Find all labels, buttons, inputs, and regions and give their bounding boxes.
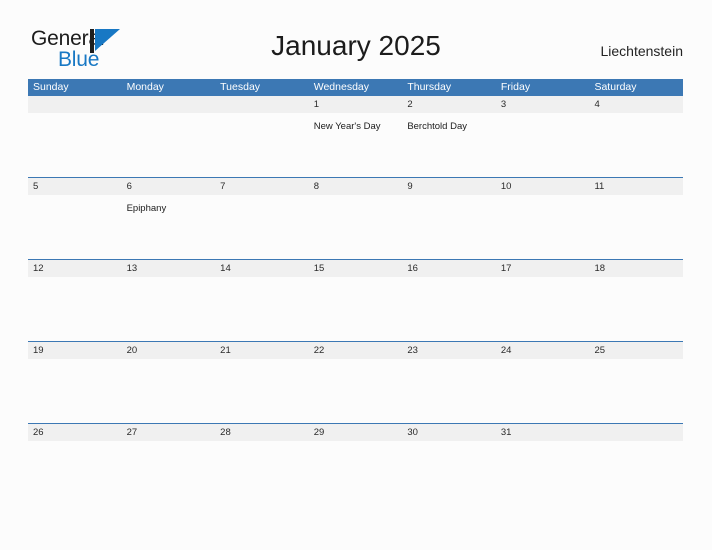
event-label: Epiphany xyxy=(126,203,167,214)
day-cell[interactable] xyxy=(496,359,590,423)
day-cell[interactable] xyxy=(496,113,590,177)
day-number[interactable]: 18 xyxy=(589,260,683,277)
calendar-grid: Sunday Monday Tuesday Wednesday Thursday… xyxy=(28,79,683,505)
day-number[interactable]: 14 xyxy=(215,260,309,277)
day-cell[interactable] xyxy=(28,359,122,423)
week-date-band: 5 6 7 8 9 10 11 xyxy=(28,177,683,195)
day-cell[interactable]: Berchtold Day xyxy=(402,113,496,177)
day-number[interactable]: 22 xyxy=(309,342,403,359)
weekday-header-wednesday: Wednesday xyxy=(313,81,369,93)
day-number[interactable]: 5 xyxy=(28,178,122,195)
event-label: Berchtold Day xyxy=(407,121,467,132)
day-number[interactable]: 23 xyxy=(402,342,496,359)
day-cell[interactable] xyxy=(496,441,590,505)
day-cell[interactable] xyxy=(215,441,309,505)
week-event-band: Epiphany xyxy=(28,195,683,259)
weekday-header-saturday: Saturday xyxy=(594,81,637,93)
week-date-band: 26 27 28 29 30 31 xyxy=(28,423,683,441)
day-cell[interactable] xyxy=(122,113,216,177)
weekday-header-monday: Monday xyxy=(126,81,164,93)
calendar-week-row: 26 27 28 29 30 31 xyxy=(28,423,683,505)
day-cell[interactable] xyxy=(589,359,683,423)
day-number[interactable]: 25 xyxy=(589,342,683,359)
day-number[interactable]: 31 xyxy=(496,424,590,441)
calendar-week-row: 1 2 3 4 New Year's Day Berchtold Day xyxy=(28,96,683,177)
day-number[interactable] xyxy=(28,96,122,113)
day-number[interactable]: 19 xyxy=(28,342,122,359)
day-number[interactable]: 6 xyxy=(122,178,216,195)
day-cell[interactable] xyxy=(28,113,122,177)
day-cell[interactable] xyxy=(28,277,122,341)
day-number[interactable]: 30 xyxy=(402,424,496,441)
week-event-band xyxy=(28,277,683,341)
week-date-band: 19 20 21 22 23 24 25 xyxy=(28,341,683,359)
day-cell[interactable] xyxy=(402,441,496,505)
day-number[interactable]: 3 xyxy=(496,96,590,113)
day-number[interactable]: 13 xyxy=(122,260,216,277)
calendar-week-row: 19 20 21 22 23 24 25 xyxy=(28,341,683,423)
calendar-week-row: 12 13 14 15 16 17 18 xyxy=(28,259,683,341)
weekday-header-tuesday: Tuesday xyxy=(220,81,261,93)
day-number[interactable] xyxy=(215,96,309,113)
day-number[interactable]: 21 xyxy=(215,342,309,359)
weekday-header-sunday: Sunday xyxy=(33,81,69,93)
day-cell[interactable] xyxy=(28,195,122,259)
day-cell[interactable] xyxy=(402,195,496,259)
day-cell[interactable] xyxy=(589,113,683,177)
day-cell[interactable] xyxy=(496,195,590,259)
day-cell[interactable]: New Year's Day xyxy=(309,113,403,177)
day-cell[interactable] xyxy=(122,441,216,505)
week-event-band xyxy=(28,359,683,423)
day-number[interactable]: 2 xyxy=(402,96,496,113)
day-cell[interactable] xyxy=(496,277,590,341)
week-event-band xyxy=(28,441,683,505)
day-cell[interactable] xyxy=(309,359,403,423)
day-cell[interactable] xyxy=(122,359,216,423)
day-cell[interactable] xyxy=(28,441,122,505)
weekday-header-thursday: Thursday xyxy=(407,81,452,93)
country-label: Liechtenstein xyxy=(600,43,683,59)
day-number[interactable]: 27 xyxy=(122,424,216,441)
week-date-band: 1 2 3 4 xyxy=(28,96,683,113)
day-number[interactable]: 8 xyxy=(309,178,403,195)
day-number[interactable]: 4 xyxy=(589,96,683,113)
day-cell[interactable] xyxy=(215,277,309,341)
day-cell[interactable] xyxy=(402,359,496,423)
day-cell[interactable] xyxy=(402,277,496,341)
day-cell[interactable] xyxy=(215,195,309,259)
day-number[interactable] xyxy=(589,424,683,441)
day-number[interactable]: 24 xyxy=(496,342,590,359)
day-number[interactable] xyxy=(122,96,216,113)
day-number[interactable]: 20 xyxy=(122,342,216,359)
day-number[interactable]: 9 xyxy=(402,178,496,195)
day-cell[interactable] xyxy=(589,277,683,341)
weekday-header-friday: Friday xyxy=(500,81,531,93)
day-number[interactable]: 10 xyxy=(496,178,590,195)
week-date-band: 12 13 14 15 16 17 18 xyxy=(28,259,683,277)
day-cell[interactable] xyxy=(215,113,309,177)
day-number[interactable]: 7 xyxy=(215,178,309,195)
day-number[interactable]: 11 xyxy=(589,178,683,195)
week-event-band: New Year's Day Berchtold Day xyxy=(28,113,683,177)
day-cell[interactable] xyxy=(309,441,403,505)
day-number[interactable]: 15 xyxy=(309,260,403,277)
day-number[interactable]: 29 xyxy=(309,424,403,441)
day-cell[interactable] xyxy=(589,195,683,259)
day-number[interactable]: 1 xyxy=(309,96,403,113)
day-number[interactable]: 28 xyxy=(215,424,309,441)
day-cell[interactable]: Epiphany xyxy=(122,195,216,259)
day-cell[interactable] xyxy=(309,277,403,341)
calendar-weekday-header: Sunday Monday Tuesday Wednesday Thursday… xyxy=(28,79,683,96)
day-number[interactable]: 12 xyxy=(28,260,122,277)
day-number[interactable]: 26 xyxy=(28,424,122,441)
day-cell[interactable] xyxy=(215,359,309,423)
day-number[interactable]: 16 xyxy=(402,260,496,277)
day-cell[interactable] xyxy=(122,277,216,341)
event-label: New Year's Day xyxy=(313,121,381,132)
day-number[interactable]: 17 xyxy=(496,260,590,277)
calendar-week-row: 5 6 7 8 9 10 11 Epiphany xyxy=(28,177,683,259)
day-cell[interactable] xyxy=(589,441,683,505)
day-cell[interactable] xyxy=(309,195,403,259)
page-header: General Blue January 2025 Liechtenstein xyxy=(0,0,712,78)
